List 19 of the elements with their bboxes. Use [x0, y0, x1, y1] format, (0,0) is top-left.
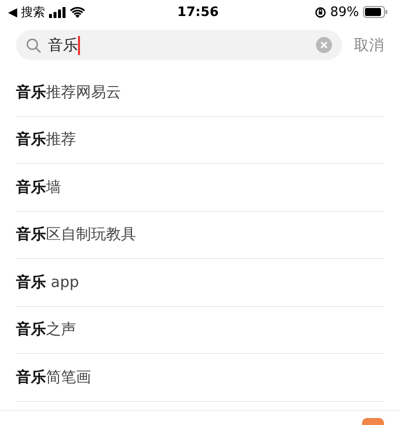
suggestion-item[interactable]: 音乐墙 [16, 178, 61, 197]
clock: 17:56 [177, 4, 219, 20]
suggestion-item[interactable]: 音乐区自制玩教具 [16, 225, 136, 244]
suggestion-item[interactable]: 音乐推荐 [16, 130, 76, 150]
search-field[interactable]: 音乐 [16, 30, 342, 60]
tab-icon[interactable] [362, 418, 384, 425]
clear-icon[interactable] [316, 37, 332, 53]
suggestion-item[interactable]: 音乐 app [16, 272, 80, 292]
cancel-button[interactable]: 取消 [354, 36, 384, 54]
signal-icon [49, 6, 66, 18]
back-label[interactable]: ◀ 搜索 [8, 4, 46, 20]
wifi-icon [70, 6, 86, 18]
search-icon [26, 38, 41, 52]
battery-percent: 89% [330, 4, 359, 20]
rotation-lock-icon [315, 6, 326, 18]
suggestion-item[interactable]: 音乐之声 [16, 320, 76, 340]
battery-icon [362, 6, 388, 18]
suggestion-item[interactable]: 音乐推荐网易云 [16, 82, 121, 102]
suggestion-item[interactable]: 音乐简笔画 [16, 368, 91, 387]
